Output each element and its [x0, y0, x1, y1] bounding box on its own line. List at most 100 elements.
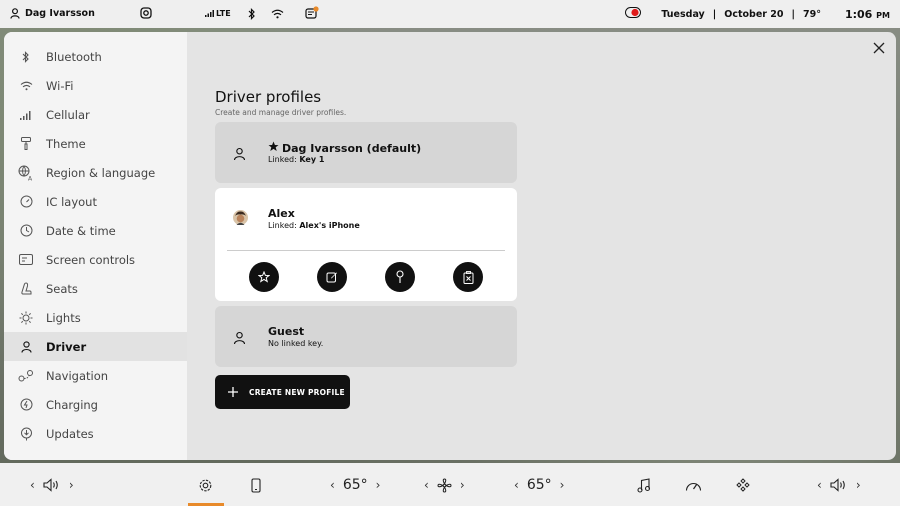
- message-notification-icon[interactable]: [305, 6, 319, 23]
- fan-control: ‹ ›: [424, 476, 465, 494]
- charging-icon: [18, 397, 34, 413]
- sidebar-item-bluetooth[interactable]: Bluetooth: [4, 42, 187, 71]
- status-date: October 20: [724, 8, 784, 20]
- star-icon: [268, 141, 279, 155]
- driver-temp-control: ‹ 65° ›: [330, 476, 380, 494]
- linked-prefix: Linked:: [268, 221, 297, 230]
- status-time-value: 1:06: [844, 7, 873, 21]
- chevron-right-icon[interactable]: ›: [560, 478, 565, 492]
- delete-profile-button[interactable]: [453, 262, 483, 292]
- profile-name-text: Guest: [268, 325, 305, 338]
- sidebar-item-label: IC layout: [46, 194, 97, 209]
- svg-text:A: A: [28, 175, 33, 181]
- driver-temp-value: 65°: [342, 477, 368, 493]
- sidebar-item-lights[interactable]: Lights: [4, 303, 187, 332]
- speedometer-icon[interactable]: [685, 476, 702, 494]
- driver-profiles-content: Driver profiles Create and manage driver…: [215, 88, 535, 409]
- edit-icon: [326, 272, 337, 283]
- gauge-icon: [18, 194, 34, 210]
- sidebar-item-screen-controls[interactable]: Screen controls: [4, 245, 187, 274]
- speaker-icon[interactable]: [43, 478, 61, 492]
- chevron-left-icon[interactable]: ‹: [424, 478, 429, 492]
- sidebar-item-ic-layout[interactable]: IC layout: [4, 187, 187, 216]
- linked-value: Key 1: [299, 155, 325, 164]
- edit-profile-button[interactable]: [317, 262, 347, 292]
- sidebar-item-date-time[interactable]: Date & time: [4, 216, 187, 245]
- person-icon: [233, 330, 247, 345]
- phone-icon[interactable]: [251, 476, 261, 494]
- fan-icon[interactable]: [437, 477, 452, 493]
- profile-name-text: Dag Ivarsson (default): [282, 141, 422, 155]
- wifi-icon: [18, 78, 34, 94]
- apps-grid-icon[interactable]: [736, 476, 750, 494]
- chevron-right-icon[interactable]: ›: [376, 478, 381, 492]
- sidebar-item-wifi[interactable]: Wi-Fi: [4, 71, 187, 100]
- star-outline-icon: [258, 271, 270, 283]
- linked-value: Alex's iPhone: [299, 221, 360, 230]
- status-user-name: Dag Ivarsson: [25, 8, 95, 19]
- seat-icon: [18, 281, 34, 297]
- network-label: LTE: [216, 9, 231, 18]
- key-icon: [396, 270, 404, 283]
- sidebar-item-label: Lights: [46, 310, 81, 325]
- settings-gear-icon[interactable]: [198, 476, 213, 494]
- passenger-temp-value: 65°: [526, 477, 552, 493]
- avatar: [233, 210, 248, 225]
- volume-control-right: ‹ ›: [817, 476, 861, 494]
- sidebar-item-label: Driver: [46, 339, 87, 354]
- set-default-button[interactable]: [249, 262, 279, 292]
- navigation-icon: [18, 368, 34, 384]
- sidebar-item-theme[interactable]: Theme: [4, 129, 187, 158]
- chevron-right-icon[interactable]: ›: [460, 478, 465, 492]
- sun-icon: [18, 310, 34, 326]
- sidebar-item-label: Charging: [46, 397, 98, 412]
- create-profile-label: CREATE NEW PROFILE: [249, 387, 345, 397]
- profile-name: Alex: [268, 207, 295, 220]
- chevron-left-icon[interactable]: ‹: [330, 478, 335, 492]
- profile-card-default[interactable]: Dag Ivarsson (default) Linked: Key 1: [215, 122, 517, 183]
- person-icon: [233, 146, 247, 161]
- cellular-icon: [18, 107, 34, 123]
- chevron-right-icon[interactable]: ›: [856, 478, 861, 492]
- sidebar-item-cellular[interactable]: Cellular: [4, 100, 187, 129]
- status-user[interactable]: Dag Ivarsson: [10, 8, 95, 19]
- chevron-right-icon[interactable]: ›: [69, 478, 74, 492]
- sidebar-item-label: Theme: [46, 136, 86, 151]
- profile-card-guest[interactable]: Guest No linked key.: [215, 306, 517, 367]
- bluetooth-icon: [18, 49, 34, 65]
- sidebar-item-label: Updates: [46, 426, 94, 441]
- chevron-left-icon[interactable]: ‹: [514, 478, 519, 492]
- music-icon[interactable]: [637, 476, 650, 494]
- sidebar-item-label: Seats: [46, 281, 78, 296]
- status-right: Tuesday | October 20 | 79° 1:06 PM: [625, 7, 890, 21]
- chevron-left-icon[interactable]: ‹: [817, 478, 822, 492]
- sidebar-item-region-language[interactable]: A Region & language: [4, 158, 187, 187]
- camera-app-icon[interactable]: [140, 7, 152, 22]
- sidebar-item-navigation[interactable]: Navigation: [4, 361, 187, 390]
- chevron-left-icon[interactable]: ‹: [30, 478, 35, 492]
- separator: |: [791, 8, 795, 20]
- language-icon: A: [18, 165, 34, 181]
- link-key-button[interactable]: [385, 262, 415, 292]
- record-icon[interactable]: [625, 7, 642, 21]
- profile-card-alex[interactable]: Alex Linked: Alex's iPhone: [215, 188, 517, 301]
- profile-linked: Linked: Alex's iPhone: [268, 221, 360, 230]
- sidebar-item-label: Screen controls: [46, 252, 136, 267]
- sidebar-item-label: Wi-Fi: [46, 78, 74, 93]
- close-icon[interactable]: [870, 39, 888, 57]
- status-ampm: PM: [876, 10, 890, 20]
- sidebar-item-label: Date & time: [46, 223, 116, 238]
- sidebar-item-charging[interactable]: Charging: [4, 390, 187, 419]
- person-icon: [10, 8, 20, 19]
- sidebar-item-updates[interactable]: Updates: [4, 419, 187, 448]
- wifi-status-icon: [271, 9, 284, 22]
- page-title: Driver profiles: [215, 88, 322, 106]
- profile-actions: [249, 262, 483, 292]
- profile-linked: Linked: Key 1: [268, 155, 324, 164]
- sidebar-item-seats[interactable]: Seats: [4, 274, 187, 303]
- sidebar-item-driver[interactable]: Driver: [4, 332, 187, 361]
- settings-panel: Bluetooth Wi-Fi Cellular Theme A Region …: [4, 32, 896, 460]
- page-subtitle: Create and manage driver profiles.: [215, 108, 347, 117]
- speaker-icon[interactable]: [830, 478, 848, 492]
- create-profile-button[interactable]: CREATE NEW PROFILE: [215, 375, 350, 409]
